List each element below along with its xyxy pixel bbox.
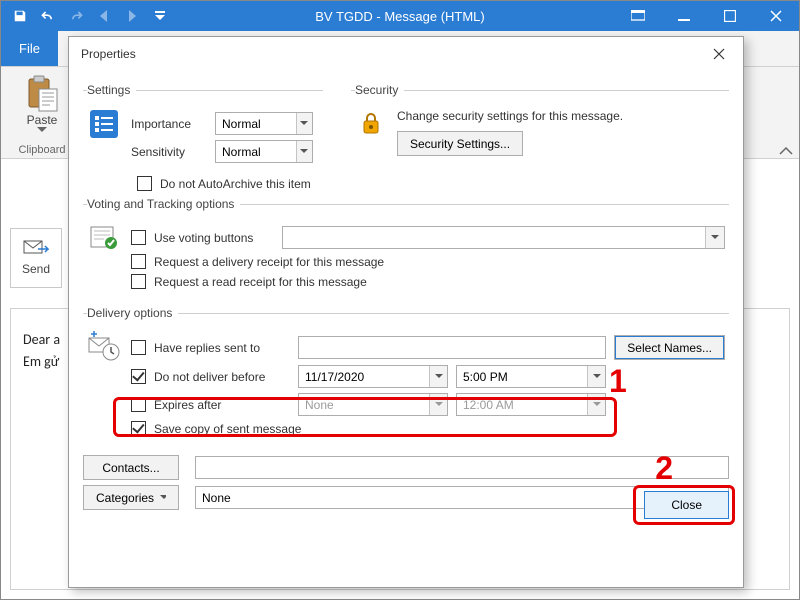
categories-button[interactable]: Categories [83, 485, 179, 510]
security-legend: Security [355, 83, 404, 97]
send-icon [23, 240, 49, 258]
sensitivity-label: Sensitivity [131, 145, 207, 159]
delivery-icon [87, 330, 121, 364]
close-button[interactable]: Close [644, 491, 729, 519]
importance-combo[interactable] [215, 112, 313, 135]
settings-group: Settings Importance [83, 83, 323, 174]
importance-value [216, 113, 296, 134]
file-tab[interactable]: File [1, 31, 58, 66]
lock-icon [355, 107, 387, 139]
sensitivity-value [216, 141, 296, 162]
sensitivity-combo[interactable] [215, 140, 313, 163]
contacts-input[interactable] [195, 456, 729, 479]
replies-sent-to-input[interactable] [298, 336, 606, 359]
chevron-down-icon [296, 141, 312, 162]
chevron-down-icon [705, 227, 724, 248]
use-voting-label: Use voting buttons [154, 231, 274, 245]
send-label: Send [22, 262, 50, 276]
security-group: Security Change security settings for th… [351, 83, 729, 174]
chevron-down-icon [587, 394, 605, 415]
voting-legend: Voting and Tracking options [87, 197, 240, 211]
importance-label: Importance [131, 117, 207, 131]
delivery-receipt-checkbox[interactable] [131, 254, 146, 269]
voting-group: Voting and Tracking options Use voting b… [83, 197, 729, 300]
do-not-deliver-before-label: Do not deliver before [154, 370, 290, 384]
do-not-deliver-before-checkbox[interactable] [131, 369, 146, 384]
replies-sent-to-checkbox[interactable] [131, 340, 146, 355]
chevron-down-icon [587, 366, 605, 387]
autoarchive-checkbox[interactable] [137, 176, 152, 191]
expires-time-combo[interactable] [456, 393, 606, 416]
expires-after-label: Expires after [154, 398, 290, 412]
collapse-ribbon-icon[interactable] [779, 146, 793, 156]
save-icon[interactable] [7, 3, 33, 29]
dialog-titlebar: Properties [69, 37, 743, 71]
next-icon[interactable] [119, 3, 145, 29]
chevron-down-icon [429, 394, 447, 415]
security-settings-button[interactable]: Security Settings... [397, 131, 523, 156]
paste-button[interactable]: Paste [9, 71, 75, 133]
expires-after-checkbox[interactable] [131, 397, 146, 412]
dialog-close-icon[interactable] [707, 42, 731, 66]
read-receipt-checkbox[interactable] [131, 274, 146, 289]
chevron-down-icon [37, 127, 47, 133]
deliver-date-combo[interactable] [298, 365, 448, 388]
select-names-button[interactable]: Select Names... [614, 335, 725, 360]
qat-customize-icon[interactable] [147, 3, 173, 29]
properties-icon [87, 107, 121, 141]
voting-buttons-combo[interactable] [282, 226, 725, 249]
close-icon[interactable] [753, 1, 799, 31]
save-copy-label: Save copy of sent message [154, 422, 301, 436]
tracking-icon [87, 221, 121, 255]
chevron-down-icon [429, 366, 447, 387]
use-voting-checkbox[interactable] [131, 230, 146, 245]
security-desc: Change security settings for this messag… [397, 109, 725, 123]
delivery-receipt-label: Request a delivery receipt for this mess… [154, 255, 384, 269]
send-button[interactable]: Send [10, 228, 62, 288]
chevron-down-icon [160, 495, 166, 500]
dialog-title: Properties [81, 47, 136, 61]
undo-icon[interactable] [35, 3, 61, 29]
replies-sent-to-label: Have replies sent to [154, 341, 290, 355]
ribbon-display-icon[interactable] [615, 1, 661, 31]
properties-dialog: Properties Settings Importance [68, 36, 744, 588]
chevron-down-icon [296, 113, 312, 134]
autoarchive-label: Do not AutoArchive this item [160, 177, 311, 191]
window-titlebar: BV TGDD - Message (HTML) [1, 1, 799, 31]
minimize-icon[interactable] [661, 1, 707, 31]
delivery-legend: Delivery options [87, 306, 178, 320]
maximize-icon[interactable] [707, 1, 753, 31]
previous-icon[interactable] [91, 3, 117, 29]
settings-legend: Settings [87, 83, 136, 97]
expires-date-combo[interactable] [298, 393, 448, 416]
redo-icon[interactable] [63, 3, 89, 29]
save-copy-checkbox[interactable] [131, 421, 146, 436]
contacts-button[interactable]: Contacts... [83, 455, 179, 480]
quick-access-toolbar [1, 3, 173, 29]
delivery-group: Delivery options Have replies sent to Se… [83, 306, 729, 447]
paste-label: Paste [27, 113, 58, 127]
read-receipt-label: Request a read receipt for this message [154, 275, 367, 289]
deliver-time-combo[interactable] [456, 365, 606, 388]
window-controls [615, 1, 799, 31]
